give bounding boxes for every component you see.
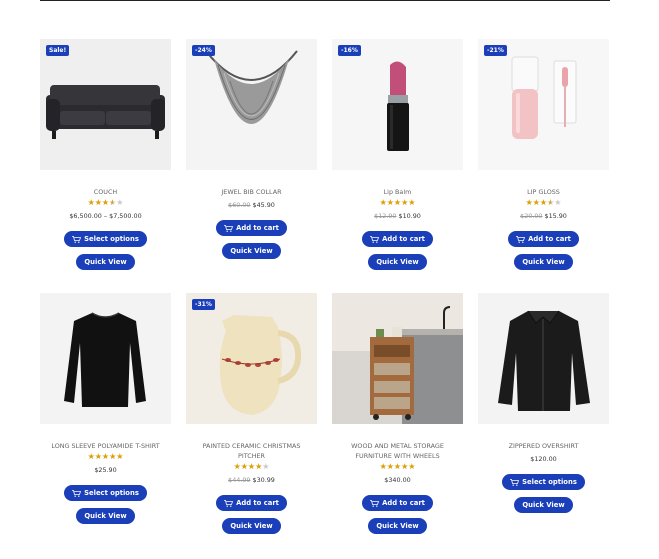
price-current: $340.00 bbox=[384, 476, 411, 484]
cart-icon bbox=[370, 499, 380, 507]
rating-stars: ★★★★★★★★★★ bbox=[379, 462, 416, 471]
quick-view-button[interactable]: Quick View bbox=[514, 497, 573, 513]
price-current: $30.99 bbox=[252, 476, 275, 484]
price-current: $6,500.00 – $7,500.00 bbox=[69, 212, 142, 220]
shirt-image bbox=[64, 312, 146, 407]
product-price: $60.00 $45.90 bbox=[228, 200, 275, 210]
add-to-cart-button[interactable]: Add to cart bbox=[508, 231, 579, 247]
price-old: $12.90 bbox=[374, 212, 397, 220]
quick-view-button[interactable]: Quick View bbox=[76, 508, 135, 524]
rating-stars: ★★★★★★★★★★ bbox=[87, 452, 124, 461]
discount-badge: -31% bbox=[192, 299, 215, 310]
button-label: Add to cart bbox=[236, 499, 279, 507]
product-card-long-sleeve-t-shirt: LONG SLEEVE POLYAMIDE T-SHIRT ★★★★★ ★★★★★… bbox=[40, 293, 171, 534]
quick-view-button[interactable]: Quick View bbox=[368, 518, 427, 534]
product-image-zippered-overshirt[interactable] bbox=[478, 293, 609, 424]
product-title[interactable]: WOOD AND METAL STORAGE FURNITURE WITH WH… bbox=[338, 441, 458, 461]
product-card-lip-gloss: -21% LIP GLOSS ★★★★★★★★★★ $20.00$15.90 A… bbox=[478, 39, 609, 270]
product-title[interactable]: PAINTED CERAMIC CHRISTMAS PITCHER bbox=[192, 441, 312, 461]
price-current: $25.90 bbox=[94, 466, 117, 474]
product-image-lip-gloss[interactable]: -21% bbox=[478, 39, 609, 170]
cart-icon bbox=[516, 235, 526, 243]
sale-badge: Sale! bbox=[46, 45, 70, 56]
overshirt-image bbox=[498, 310, 590, 411]
product-image-long-sleeve-t-shirt[interactable] bbox=[40, 293, 171, 424]
product-image-jewel-bib-collar[interactable]: -24% bbox=[186, 39, 317, 170]
button-label: Add to cart bbox=[382, 235, 425, 243]
pitcher-image bbox=[219, 315, 302, 415]
product-title[interactable]: ZIPPERED OVERSHIRT bbox=[509, 441, 579, 451]
cart-icon bbox=[510, 478, 520, 486]
price-current: $10.90 bbox=[398, 212, 421, 220]
product-title[interactable]: LONG SLEEVE POLYAMIDE T-SHIRT bbox=[51, 441, 159, 451]
lip-gloss-image bbox=[511, 56, 577, 139]
quick-view-button[interactable]: Quick View bbox=[222, 243, 281, 259]
product-image-ceramic-pitcher[interactable]: -31% bbox=[186, 293, 317, 424]
button-label: Add to cart bbox=[236, 224, 279, 232]
add-to-cart-button[interactable]: Add to cart bbox=[362, 231, 433, 247]
product-card-jewel-bib-collar: -24% JEWEL BIB COLLAR $60.00 $45.90 Add t… bbox=[186, 39, 317, 270]
price-current: $45.90 bbox=[252, 201, 275, 209]
cart-icon bbox=[224, 499, 234, 507]
cart-icon bbox=[224, 224, 234, 232]
rating-stars: ★★★★★★★★★★ bbox=[87, 198, 124, 207]
top-divider bbox=[40, 0, 610, 1]
product-price: $12.90 $10.90 bbox=[374, 211, 421, 221]
product-image-couch[interactable]: Sale! bbox=[40, 39, 171, 170]
price-current: $120.00 bbox=[530, 455, 557, 463]
quick-view-button[interactable]: Quick View bbox=[222, 518, 281, 534]
product-price: $340.00 bbox=[384, 475, 410, 485]
product-row: LONG SLEEVE POLYAMIDE T-SHIRT ★★★★★ ★★★★★… bbox=[40, 293, 610, 534]
discount-badge: -24% bbox=[192, 45, 215, 56]
quick-view-button[interactable]: Quick View bbox=[514, 254, 573, 270]
cart-icon bbox=[72, 235, 82, 243]
product-card-lip-balm: -16% Lip Balm ★★★★★ ★★★★★ $12.90 $10.90 Ad… bbox=[332, 39, 463, 270]
necklace-image bbox=[205, 50, 298, 124]
product-title[interactable]: COUCH bbox=[94, 187, 117, 197]
button-label: Select options bbox=[84, 489, 139, 497]
price-current: $15.90 bbox=[544, 212, 567, 220]
lipstick-image bbox=[387, 61, 409, 151]
add-to-cart-button[interactable]: Add to cart bbox=[362, 495, 433, 511]
product-title[interactable]: JEWEL BIB COLLAR bbox=[221, 187, 281, 197]
select-options-button[interactable]: Select options bbox=[64, 485, 147, 501]
product-price: $20.00 $15.90 bbox=[520, 211, 567, 221]
button-label: Add to cart bbox=[528, 235, 571, 243]
add-to-cart-button[interactable]: Add to cart bbox=[216, 495, 287, 511]
product-card-storage-furniture: WOOD AND METAL STORAGE FURNITURE WITH WH… bbox=[332, 293, 463, 534]
rating-stars: ★★★★★★★★★★ bbox=[233, 462, 270, 471]
cart-icon bbox=[370, 235, 380, 243]
price-old: $44.99 bbox=[228, 476, 251, 484]
product-card-ceramic-pitcher: -31% PAINTED CERAMIC CHRISTMAS PITCHER ★… bbox=[186, 293, 317, 534]
product-title[interactable]: LIP GLOSS bbox=[527, 187, 560, 197]
couch-image bbox=[46, 85, 165, 139]
product-card-zippered-overshirt: ZIPPERED OVERSHIRT $120.00 Select option… bbox=[478, 293, 609, 534]
product-card-couch: Sale! COUCH ★★★★★★★★★★ $6,500.00 – $7,50… bbox=[40, 39, 171, 270]
button-label: Select options bbox=[522, 478, 577, 486]
rating-stars: ★★★★★★★★★★ bbox=[379, 198, 416, 207]
product-price: $44.99 $30.99 bbox=[228, 475, 275, 485]
product-grid: Sale! COUCH ★★★★★★★★★★ $6,500.00 – $7,50… bbox=[40, 39, 610, 534]
rating-stars: ★★★★★★★★★★ bbox=[525, 198, 562, 207]
product-row: Sale! COUCH ★★★★★★★★★★ $6,500.00 – $7,50… bbox=[40, 39, 610, 270]
cart-icon bbox=[72, 489, 82, 497]
storage-furniture-image bbox=[332, 293, 463, 424]
select-options-button[interactable]: Select options bbox=[64, 231, 147, 247]
product-image-storage-furniture[interactable] bbox=[332, 293, 463, 424]
product-price: $120.00 bbox=[530, 454, 556, 464]
product-image-lip-balm[interactable]: -16% bbox=[332, 39, 463, 170]
price-old: $60.00 bbox=[228, 201, 251, 209]
quick-view-button[interactable]: Quick View bbox=[368, 254, 427, 270]
discount-badge: -21% bbox=[484, 45, 507, 56]
price-old: $20.00 bbox=[520, 212, 543, 220]
button-label: Select options bbox=[84, 235, 139, 243]
discount-badge: -16% bbox=[338, 45, 361, 56]
select-options-button[interactable]: Select options bbox=[502, 474, 585, 490]
product-price: $6,500.00 – $7,500.00 bbox=[69, 211, 141, 221]
product-price: $25.90 bbox=[94, 465, 116, 475]
add-to-cart-button[interactable]: Add to cart bbox=[216, 220, 287, 236]
quick-view-button[interactable]: Quick View bbox=[76, 254, 135, 270]
button-label: Add to cart bbox=[382, 499, 425, 507]
product-title[interactable]: Lip Balm bbox=[384, 187, 412, 197]
